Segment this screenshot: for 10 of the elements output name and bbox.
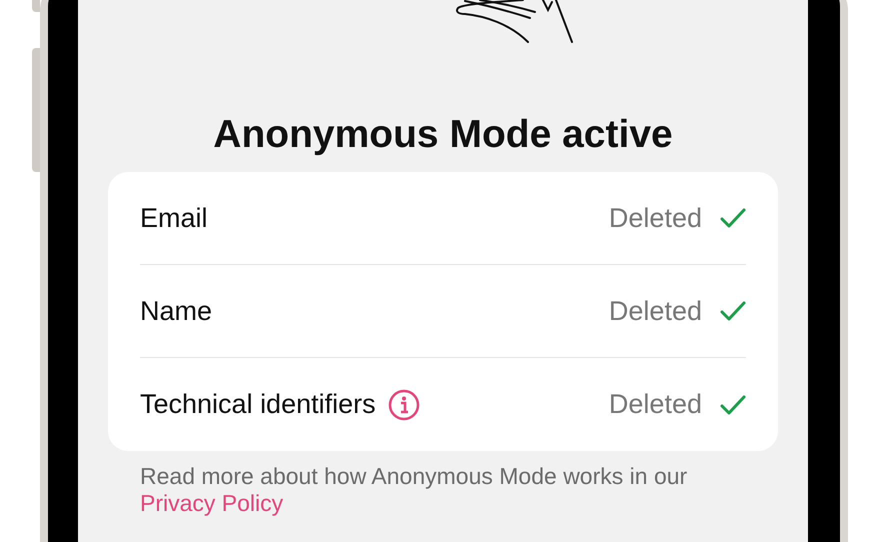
info-icon[interactable]	[388, 388, 420, 420]
status-value: Deleted	[608, 202, 702, 235]
row-label: Technical identifiers	[140, 388, 376, 422]
status-value: Deleted	[608, 388, 702, 422]
row-label: Email	[140, 202, 208, 235]
privacy-policy-link[interactable]: Privacy Policy	[140, 490, 284, 516]
footer-text: Read more about how Anonymous Mode works in our Privacy Policy	[139, 463, 688, 517]
status-value: Deleted	[608, 294, 702, 328]
row-label: Name	[140, 294, 212, 328]
screen-title: Anonymous Mode active	[213, 112, 673, 158]
